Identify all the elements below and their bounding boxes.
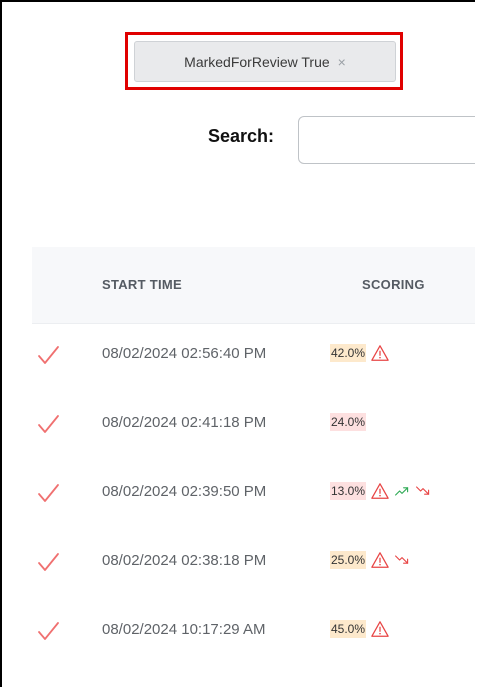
start-time-cell: 08/02/2024 02:39:50 PM: [102, 483, 267, 500]
column-header-scoring[interactable]: SCORING: [362, 277, 425, 292]
start-time-cell: 08/02/2024 02:38:18 PM: [102, 552, 267, 569]
check-icon: [38, 553, 59, 571]
check-icon: [38, 622, 59, 640]
table-header: START TIME SCORING: [32, 247, 475, 324]
filter-chip-label: MarkedForReview True: [184, 53, 330, 70]
column-header-start-time[interactable]: START TIME: [102, 277, 182, 292]
scoring-cell: 25.0%: [330, 551, 410, 569]
check-icon: [38, 415, 59, 433]
page-frame: MarkedForReview True × Search: START TIM…: [0, 0, 475, 687]
trend-down-icon: [395, 555, 409, 564]
score-badge: 25.0%: [330, 551, 367, 569]
scoring-cell: 42.0%: [330, 344, 389, 362]
search-label: Search:: [208, 126, 275, 146]
table-row[interactable]: 08/02/2024 02:39:50 PM 13.0%: [32, 461, 475, 529]
score-badge: 24.0%: [330, 413, 367, 431]
start-time-cell: 08/02/2024 02:56:40 PM: [102, 345, 267, 362]
table-row[interactable]: 08/02/2024 02:56:40 PM 42.0%: [32, 323, 475, 391]
warning-icon: [371, 621, 389, 637]
warning-icon: [371, 345, 389, 361]
close-icon[interactable]: ×: [338, 54, 346, 70]
score-badge: 13.0%: [330, 482, 367, 500]
warning-icon: [371, 483, 389, 499]
start-time-cell: 08/02/2024 02:41:18 PM: [102, 414, 267, 431]
scoring-cell: 24.0%: [330, 413, 367, 431]
check-icon: [38, 484, 59, 502]
filter-chip[interactable]: MarkedForReview True ×: [134, 41, 396, 82]
scoring-cell: 13.0%: [330, 482, 431, 500]
trend-up-icon: [395, 487, 409, 496]
score-badge: 42.0%: [330, 344, 367, 362]
scoring-cell: 45.0%: [330, 620, 389, 638]
table-row[interactable]: 08/02/2024 02:41:18 PM 24.0%: [32, 392, 475, 460]
table-row[interactable]: 08/02/2024 10:17:29 AM 45.0%: [32, 599, 475, 667]
table-row[interactable]: 08/02/2024 02:38:18 PM 25.0%: [32, 530, 475, 598]
search-input[interactable]: [298, 116, 475, 164]
check-icon: [38, 346, 59, 364]
score-badge: 45.0%: [330, 620, 367, 638]
warning-icon: [371, 552, 389, 568]
start-time-cell: 08/02/2024 10:17:29 AM: [102, 621, 266, 638]
trend-down-icon: [416, 486, 430, 495]
